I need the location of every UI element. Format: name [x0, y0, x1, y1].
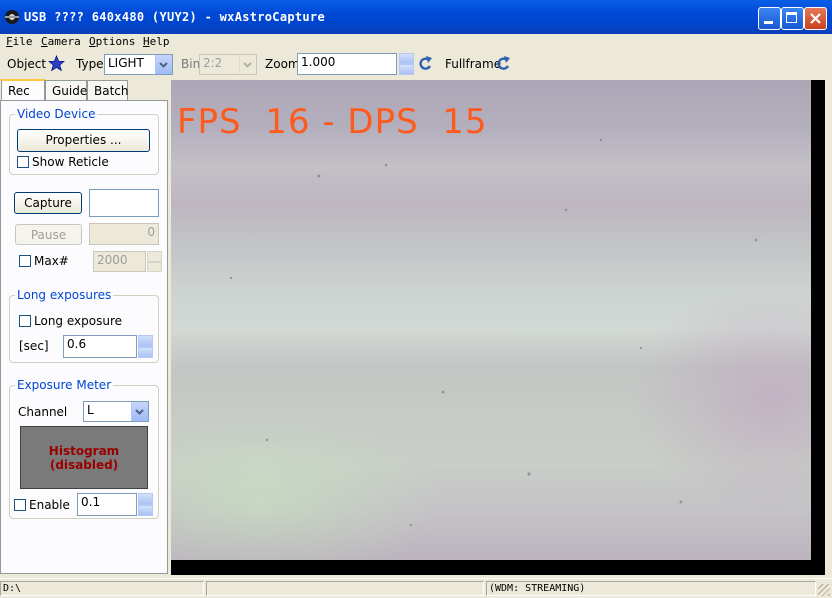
exposure-meter-title: Exposure Meter — [15, 378, 114, 392]
camera-view[interactable]: FPS 16 - DPS 15 — [171, 80, 825, 575]
max-checkbox[interactable] — [19, 255, 31, 267]
window-title: USB ???? 640x480 (YUY2) - wxAstroCapture — [24, 10, 325, 24]
show-reticle-checkbox[interactable] — [17, 156, 29, 168]
spin-down-icon[interactable] — [138, 504, 153, 516]
object-label: Object — [7, 57, 47, 71]
zoom-label: Zoom — [265, 57, 300, 71]
camera-image: FPS 16 - DPS 15 — [171, 80, 811, 560]
sensor-dust-specks — [229, 138, 758, 527]
show-reticle-label: Show Reticle — [32, 155, 109, 169]
tab-rec[interactable]: Rec — [1, 79, 45, 101]
histogram-box: Histogram (disabled) — [20, 426, 148, 489]
status-bar: D:\ (WDM: STREAMING) — [0, 578, 832, 598]
menu-help[interactable]: Help — [143, 35, 170, 48]
fullframe-label: Fullframe — [445, 57, 502, 71]
spin-down-icon[interactable] — [138, 346, 153, 358]
tab-batch[interactable]: Batch — [87, 80, 129, 100]
toolbar: Object Type LIGHT Bin 2:2 Zoom 1.000 Ful… — [0, 51, 832, 78]
type-value: LIGHT — [108, 56, 144, 70]
histogram-line2: (disabled) — [49, 458, 119, 472]
properties-button[interactable]: Properties ... — [17, 129, 150, 152]
spin-up-icon[interactable] — [138, 493, 153, 505]
long-exposure-checkbox[interactable] — [19, 315, 31, 327]
tab-label: Batch — [94, 84, 129, 98]
type-label: Type — [76, 57, 104, 71]
enable-input[interactable]: 0.1 — [77, 493, 137, 516]
pause-button[interactable]: Pause — [15, 224, 82, 245]
title-bar: USB ???? 640x480 (YUY2) - wxAstroCapture — [0, 0, 832, 34]
fps-overlay: FPS 16 - DPS 15 — [177, 102, 488, 142]
status-path: D:\ — [0, 581, 204, 596]
zoom-input[interactable]: 1.000 — [297, 53, 397, 75]
maximize-button[interactable] — [781, 7, 804, 30]
capture-button[interactable]: Capture — [14, 192, 82, 214]
enable-spinner[interactable] — [138, 493, 153, 516]
sec-input[interactable]: 0.6 — [63, 335, 137, 358]
max-input[interactable]: 2000 — [93, 251, 146, 272]
max-label: Max# — [34, 254, 69, 268]
close-icon — [810, 13, 821, 24]
tab-guide[interactable]: Guide — [45, 80, 87, 100]
status-streaming: (WDM: STREAMING) — [486, 581, 816, 596]
video-device-title: Video Device — [15, 107, 98, 121]
enable-label: Enable — [29, 498, 70, 512]
menu-file[interactable]: File — [6, 35, 33, 48]
bin-value: 2:2 — [203, 56, 223, 70]
long-exposures-title: Long exposures — [15, 288, 114, 302]
spin-down-icon[interactable] — [399, 64, 414, 75]
long-exposure-label: Long exposure — [34, 314, 122, 328]
bin-label: Bin — [181, 57, 201, 71]
menu-bar: File Camera Options Help — [0, 34, 832, 51]
spin-up-icon[interactable] — [399, 53, 414, 64]
minimize-button[interactable] — [758, 7, 781, 30]
type-select[interactable]: LIGHT — [104, 54, 173, 75]
menu-camera[interactable]: Camera — [41, 35, 81, 48]
zoom-spinner[interactable] — [399, 53, 414, 75]
fullframe-refresh-icon[interactable] — [495, 55, 513, 72]
app-icon — [5, 10, 19, 24]
spin-down-icon[interactable] — [147, 261, 162, 272]
status-middle — [206, 581, 484, 596]
tab-label: Rec — [8, 84, 30, 98]
sec-spinner[interactable] — [138, 335, 153, 358]
pause-field: 0 — [89, 223, 159, 245]
spin-up-icon[interactable] — [147, 251, 162, 262]
spin-up-icon[interactable] — [138, 335, 153, 347]
resize-grip-icon[interactable] — [818, 584, 830, 596]
enable-checkbox[interactable] — [14, 499, 26, 511]
refresh-icon[interactable] — [417, 55, 435, 72]
star-icon[interactable] — [48, 55, 65, 72]
chevron-down-icon[interactable] — [155, 55, 172, 74]
capture-field[interactable] — [89, 189, 159, 217]
channel-select[interactable]: L — [83, 401, 149, 422]
channel-label: Channel — [18, 405, 68, 419]
close-button[interactable] — [804, 7, 827, 30]
sec-label: [sec] — [19, 339, 49, 353]
max-spinner[interactable] — [147, 251, 162, 272]
zoom-value: 1.000 — [301, 55, 336, 69]
channel-value: L — [87, 403, 94, 417]
chevron-down-icon — [239, 55, 256, 74]
tab-label: Guide — [52, 84, 88, 98]
bin-select[interactable]: 2:2 — [199, 54, 257, 75]
histogram-line1: Histogram — [48, 444, 120, 458]
minimize-icon — [764, 21, 773, 24]
menu-options[interactable]: Options — [89, 35, 135, 48]
chevron-down-icon[interactable] — [131, 402, 148, 421]
maximize-icon — [786, 12, 797, 23]
